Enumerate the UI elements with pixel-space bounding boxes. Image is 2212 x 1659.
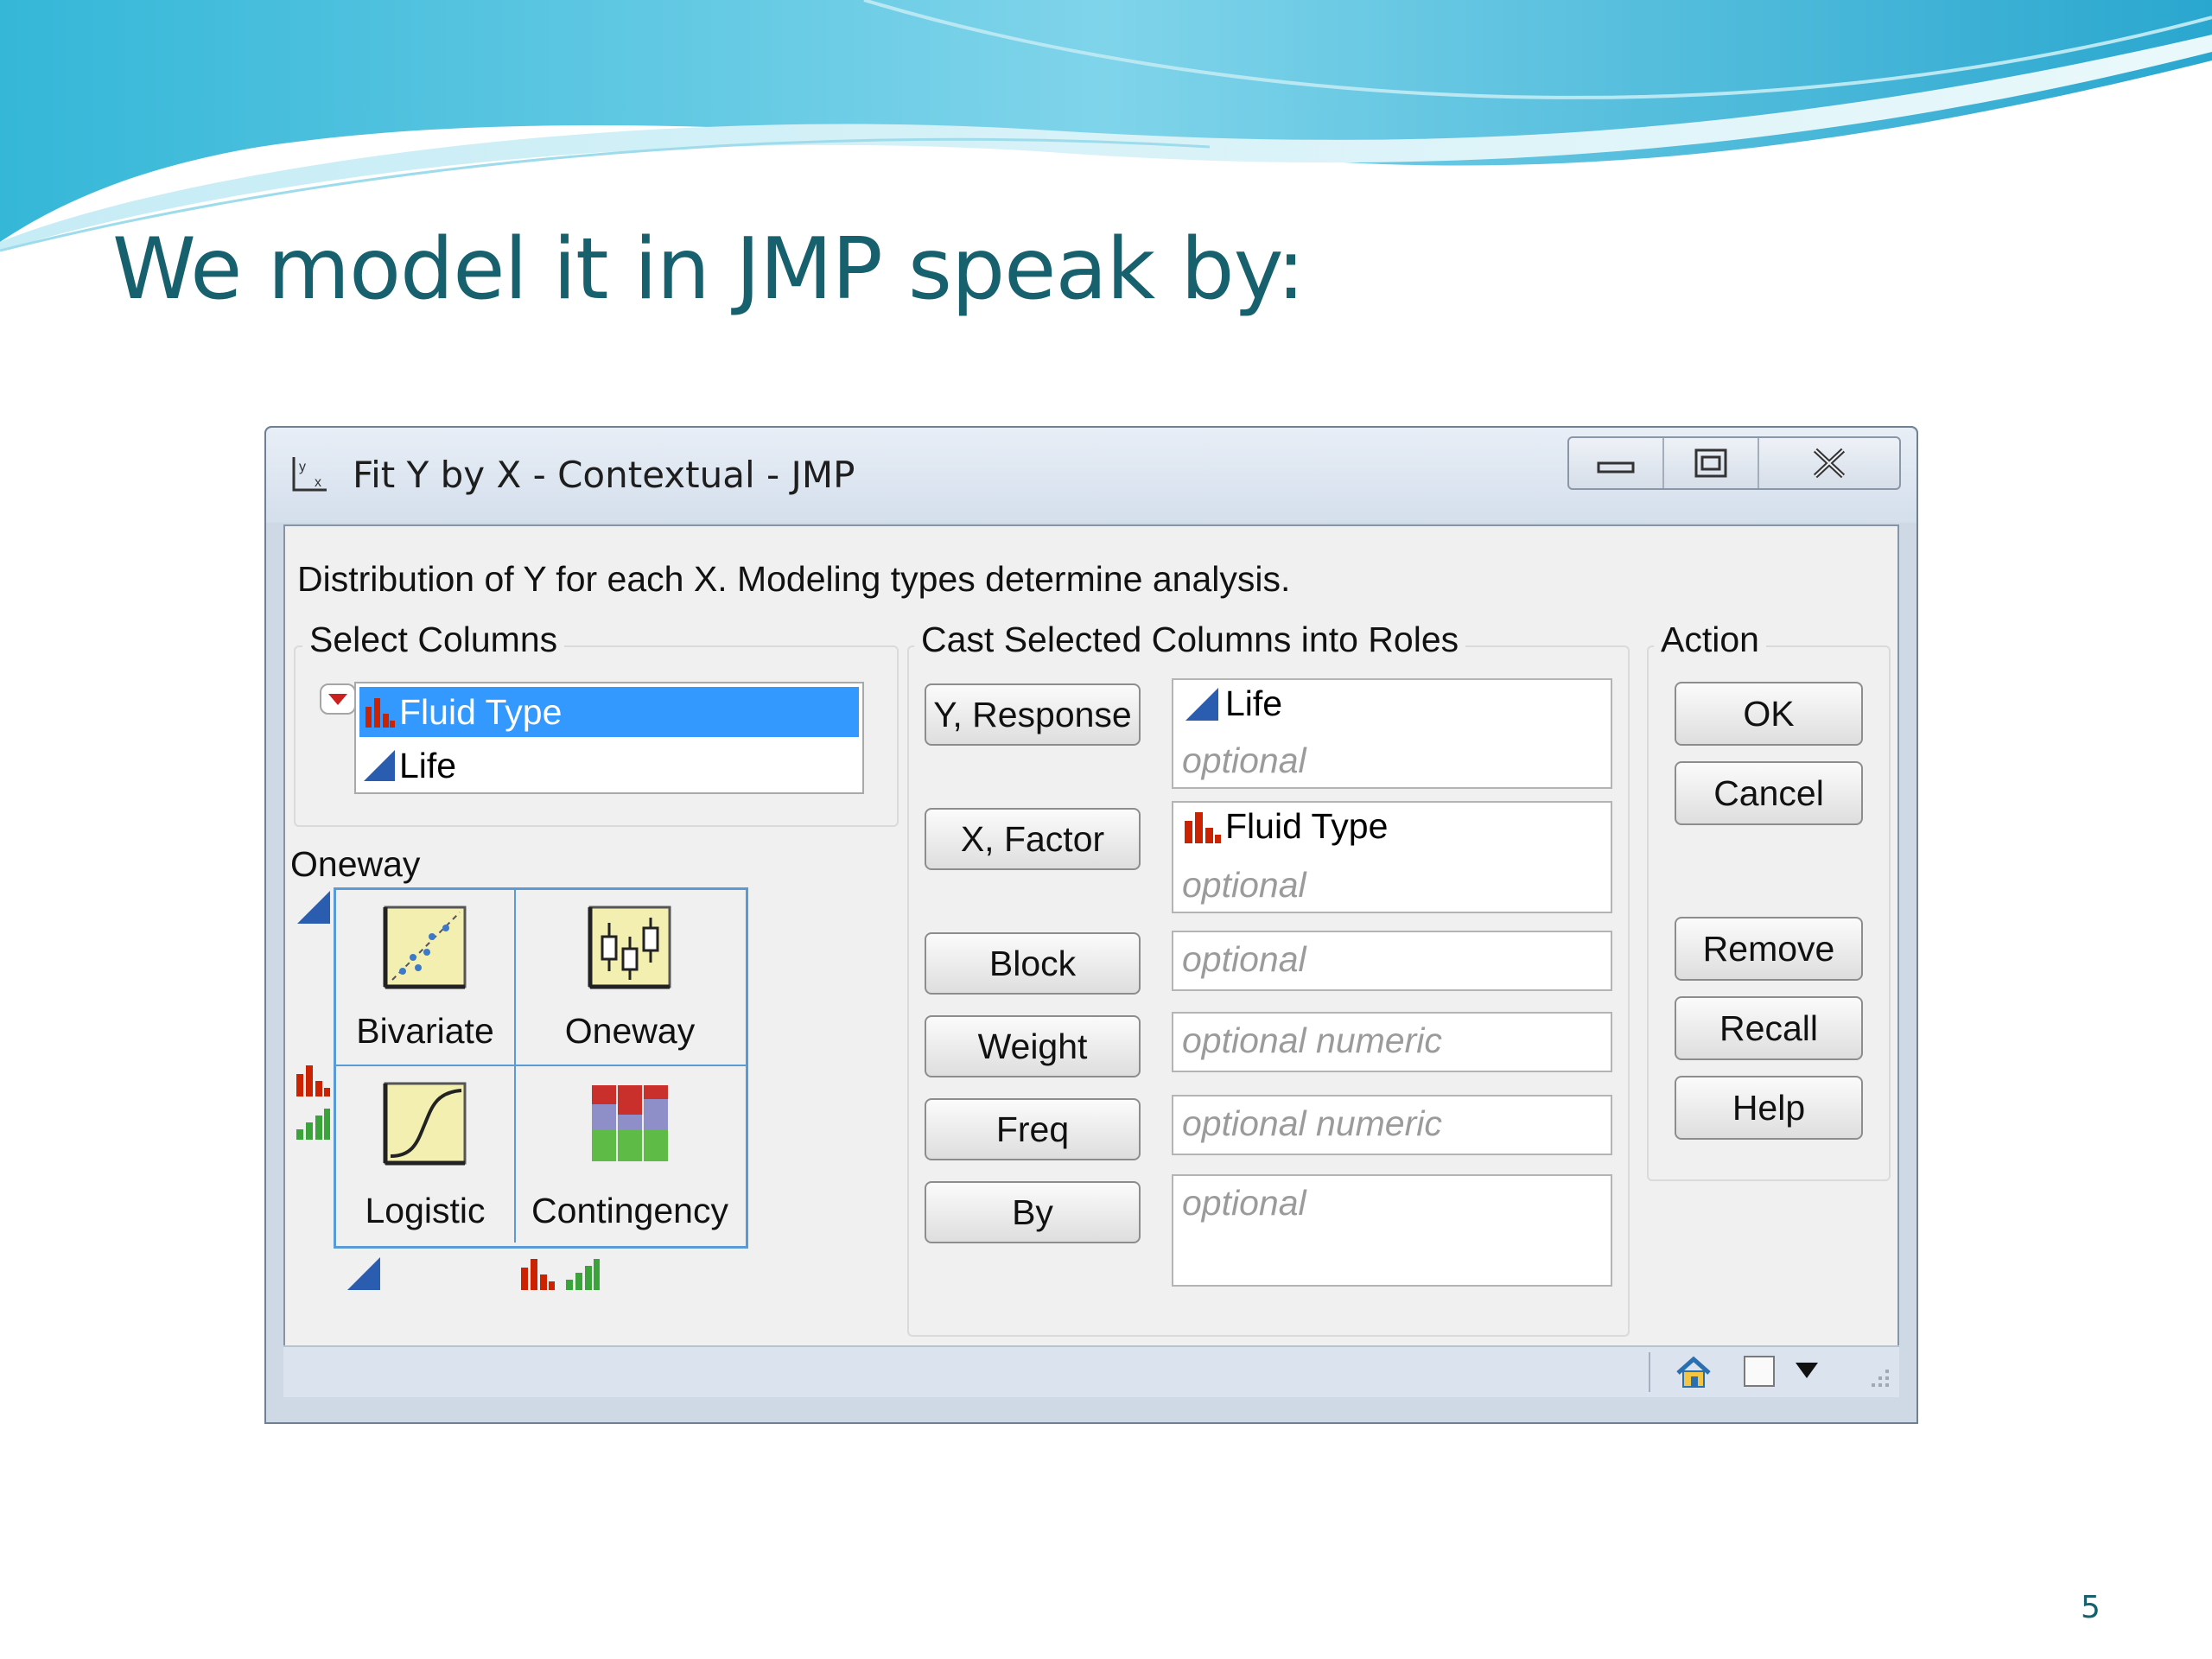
logistic-label: Logistic: [365, 1191, 486, 1230]
nominal-icon: [1185, 811, 1221, 843]
by-field[interactable]: optional: [1172, 1174, 1612, 1287]
column-item-label: Life: [399, 745, 457, 785]
restore-icon: [1694, 448, 1727, 478]
column-item-label: Fluid Type: [399, 691, 563, 732]
window-title: Fit Y by X - Contextual - JMP: [353, 454, 855, 496]
y-response-value-text: Life: [1225, 683, 1283, 723]
window-controls: [1567, 436, 1901, 490]
help-button[interactable]: Help: [1675, 1076, 1863, 1140]
weight-field[interactable]: optional numeric: [1172, 1012, 1612, 1072]
continuous-icon: [297, 891, 330, 924]
select-columns-label: Select Columns: [302, 620, 565, 660]
slide-title: We model it in JMP speak by:: [112, 220, 1306, 319]
y-response-button[interactable]: Y, Response: [925, 683, 1141, 746]
window-list-icon[interactable]: [1744, 1356, 1775, 1387]
x-factor-value: Fluid Type: [1182, 806, 1388, 847]
weight-button[interactable]: Weight: [925, 1015, 1141, 1077]
y-response-field[interactable]: Life optional: [1172, 678, 1612, 789]
window-titlebar[interactable]: y x Fit Y by X - Contextual - JMP: [266, 428, 1916, 523]
continuous-icon: [347, 1257, 380, 1290]
x-factor-value-text: Fluid Type: [1225, 806, 1389, 846]
nominal-icon: [359, 695, 399, 729]
freq-button[interactable]: Freq: [925, 1098, 1141, 1160]
oneway-heading: Oneway: [290, 844, 421, 884]
chevron-down-icon[interactable]: [1794, 1361, 1820, 1380]
column-item-life[interactable]: Life: [359, 741, 859, 791]
block-button[interactable]: Block: [925, 932, 1141, 995]
contingency-cell[interactable]: Contingency: [514, 1066, 746, 1243]
status-bar: [283, 1345, 1899, 1397]
y-response-placeholder: optional: [1182, 741, 1306, 780]
x-factor-field[interactable]: Fluid Type optional: [1172, 801, 1612, 913]
oneway-icon: [588, 906, 671, 989]
freq-field[interactable]: optional numeric: [1172, 1095, 1612, 1155]
oneway-cell[interactable]: Oneway: [514, 890, 746, 1066]
home-icon[interactable]: [1675, 1356, 1713, 1390]
contingency-label: Contingency: [531, 1191, 728, 1230]
cancel-button[interactable]: Cancel: [1675, 761, 1863, 825]
remove-button[interactable]: Remove: [1675, 917, 1863, 981]
page-number: 5: [2081, 1590, 2101, 1625]
columns-listbox[interactable]: Fluid Type Life: [354, 682, 864, 794]
by-placeholder: optional: [1182, 1183, 1306, 1223]
fit-y-by-x-icon: y x: [292, 457, 327, 492]
bivariate-label: Bivariate: [356, 1011, 494, 1051]
x-factor-button[interactable]: X, Factor: [925, 808, 1141, 870]
bivariate-icon: [383, 906, 467, 989]
continuous-icon: [1185, 687, 1218, 721]
block-placeholder: optional: [1182, 939, 1306, 979]
contingency-icon: [592, 1085, 668, 1161]
red-triangle-menu-icon: [328, 694, 347, 705]
oneway-label: Oneway: [564, 1011, 696, 1051]
action-label: Action: [1654, 620, 1766, 660]
minimize-button[interactable]: [1569, 438, 1664, 488]
continuous-icon: [359, 748, 399, 783]
svg-text:x: x: [315, 475, 321, 490]
by-button[interactable]: By: [925, 1181, 1141, 1243]
analysis-platform-grid: Bivariate Oneway Logistic Contingency: [334, 887, 748, 1249]
freq-placeholder: optional numeric: [1182, 1103, 1442, 1143]
block-field[interactable]: optional: [1172, 931, 1612, 991]
fit-y-by-x-window: y x Fit Y by X - Contextual - JMP Distri…: [264, 426, 1918, 1424]
restore-button[interactable]: [1664, 438, 1759, 488]
x-factor-placeholder: optional: [1182, 865, 1306, 905]
weight-placeholder: optional numeric: [1182, 1020, 1442, 1060]
bivariate-cell[interactable]: Bivariate: [336, 890, 516, 1066]
status-separator: [1649, 1352, 1650, 1392]
close-icon: [1813, 448, 1846, 479]
minimize-icon: [1597, 461, 1635, 474]
nominal-icon: [296, 1065, 330, 1096]
svg-text:y: y: [299, 460, 306, 474]
recall-button[interactable]: Recall: [1675, 996, 1863, 1060]
resize-grip-icon[interactable]: [1865, 1366, 1891, 1392]
nominal-icon: [521, 1259, 555, 1290]
ok-button[interactable]: OK: [1675, 682, 1863, 746]
roles-label: Cast Selected Columns into Roles: [914, 620, 1466, 660]
column-item-fluid-type[interactable]: Fluid Type: [359, 687, 859, 737]
ordinal-icon: [296, 1109, 330, 1140]
ordinal-icon: [566, 1259, 600, 1290]
logistic-icon: [383, 1082, 467, 1166]
column-options-button[interactable]: [320, 683, 356, 715]
close-button[interactable]: [1759, 438, 1899, 488]
y-response-value: Life: [1182, 683, 1282, 724]
dialog-description: Distribution of Y for each X. Modeling t…: [297, 559, 1291, 599]
logistic-cell[interactable]: Logistic: [336, 1066, 516, 1243]
dialog-client: Distribution of Y for each X. Modeling t…: [283, 524, 1899, 1397]
